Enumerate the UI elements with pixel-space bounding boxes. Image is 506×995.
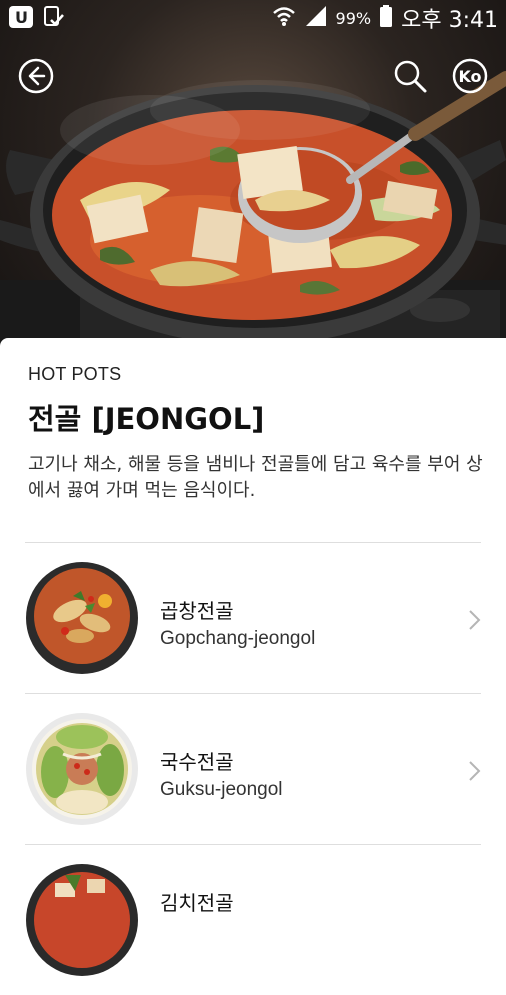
dish-item-kimchi-jeongol[interactable]: 김치전골 xyxy=(0,845,506,995)
download-done-icon xyxy=(42,5,64,34)
dish-item-gopchang-jeongol[interactable]: 곱창전골 Gopchang-jeongol xyxy=(0,543,506,693)
jeongol-hot-pot-photo xyxy=(0,71,506,370)
search-button[interactable] xyxy=(392,58,428,94)
dish-thumbnail xyxy=(25,712,139,826)
back-arrow-icon xyxy=(18,58,54,94)
hero-image xyxy=(0,0,506,370)
language-label: Ko xyxy=(458,67,481,86)
dish-name-ko: 국수전골 xyxy=(160,750,234,774)
dish-item-guksu-jeongol[interactable]: 국수전골 Guksu-jeongol xyxy=(0,694,506,844)
battery-icon xyxy=(379,4,393,33)
dish-name-ko: 곱창전골 xyxy=(160,599,234,623)
svg-text:U: U xyxy=(15,8,28,27)
dish-thumbnail xyxy=(25,561,139,675)
back-button[interactable] xyxy=(18,58,54,94)
content-sheet: HOT POTS 전골 [JEONGOL] 고기나 채소, 해물 등을 냄비나 … xyxy=(0,338,506,976)
description: 고기나 채소, 해물 등을 냄비나 전골틀에 담고 육수를 부어 상에서 끓여 … xyxy=(28,454,483,501)
clock: 오후 3:41 xyxy=(401,8,498,33)
signal-icon xyxy=(304,5,328,32)
status-bar: U 99% 오후 3:41 xyxy=(0,0,506,34)
language-button[interactable]: Ko xyxy=(452,58,488,94)
ko-language-icon: Ko xyxy=(452,58,488,94)
search-icon xyxy=(394,60,427,93)
page-title: 전골 [JEONGOL] xyxy=(28,402,265,436)
dish-name-ko: 김치전골 xyxy=(160,891,234,915)
u-plus-app-icon: U xyxy=(8,5,34,34)
chevron-right-icon xyxy=(469,610,481,630)
battery-percent: 99% xyxy=(335,8,372,28)
dish-thumbnail xyxy=(25,863,139,977)
chevron-right-icon xyxy=(469,761,481,781)
dish-name-en: Gopchang-jeongol xyxy=(160,628,316,649)
dish-name-en: Guksu-jeongol xyxy=(160,779,283,800)
category-label: HOT POTS xyxy=(28,364,122,384)
wifi-icon xyxy=(272,5,296,32)
